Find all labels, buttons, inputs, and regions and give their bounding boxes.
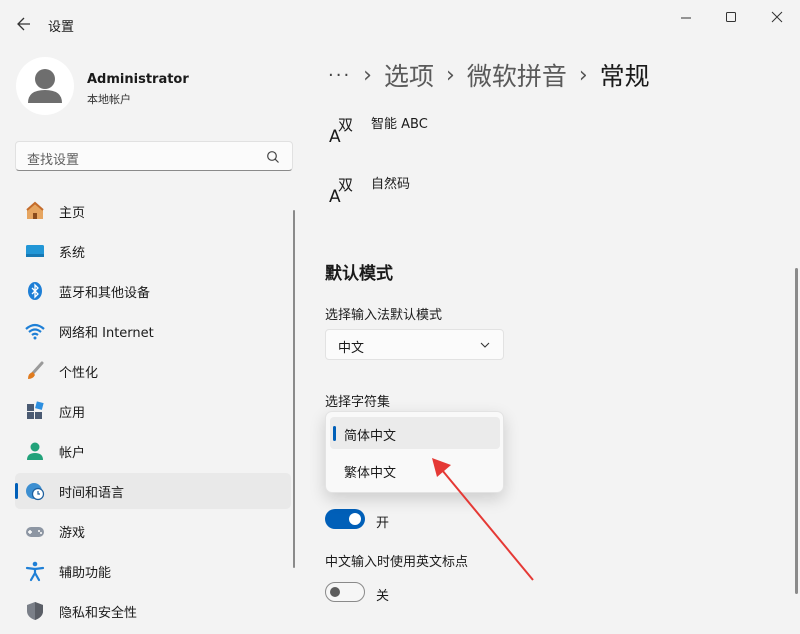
gamepad-icon (24, 520, 46, 542)
breadcrumb: ··· › 选项 › 微软拼音 › 常规 (328, 55, 650, 95)
close-icon (771, 11, 783, 23)
person-icon (24, 440, 46, 462)
sidebar-item-label: 时间和语言 (59, 485, 125, 501)
globe-clock-icon (24, 480, 46, 502)
mode-label: 选择输入法默认模式 (325, 308, 443, 323)
account-type: 本地帐户 (87, 93, 131, 106)
maximize-button[interactable] (708, 4, 754, 30)
sidebar-item-label: 系统 (59, 245, 86, 261)
bluetooth-icon (24, 280, 46, 302)
minimize-button[interactable] (663, 4, 709, 30)
sidebar-item-gaming[interactable]: 游戏 (15, 513, 291, 549)
option-label: 繁体中文 (344, 466, 397, 481)
chevron-down-icon (480, 342, 490, 348)
accessibility-icon (24, 560, 46, 582)
sidebar-item-label: 帐户 (59, 445, 86, 461)
sidebar-item-personalization[interactable]: 个性化 (15, 353, 291, 389)
sidebar-item-accounts[interactable]: 帐户 (15, 433, 291, 469)
breadcrumb-item-ime[interactable]: 微软拼音 (467, 57, 567, 93)
option-label-ziranma: 自然码 (371, 177, 411, 192)
sidebar-item-label: 游戏 (59, 525, 86, 541)
sidebar-item-label: 隐私和安全性 (59, 605, 138, 621)
minimize-icon (681, 17, 691, 19)
apps-icon (24, 400, 46, 422)
sidebar-item-label: 应用 (59, 405, 86, 421)
wifi-icon (24, 320, 46, 342)
ime-ab-icon: A 双 (329, 176, 353, 204)
option-label: 简体中文 (344, 429, 397, 444)
display-icon (24, 240, 46, 262)
sidebar-item-home[interactable]: 主页 (15, 193, 291, 229)
sidebar-item-label: 蓝牙和其他设备 (59, 285, 151, 301)
search-placeholder: 查找设置 (27, 153, 80, 168)
toggle-1-state: 开 (376, 516, 390, 531)
sidebar-item-label: 个性化 (59, 365, 99, 381)
search-input[interactable]: 查找设置 (15, 141, 293, 171)
svg-text:双: 双 (338, 176, 353, 194)
sidebar-item-accessibility[interactable]: 辅助功能 (15, 553, 291, 589)
sidebar-item-label: 网络和 Internet (59, 325, 154, 341)
breadcrumb-separator: › (363, 62, 372, 88)
avatar[interactable] (16, 57, 74, 115)
sidebar-item-network[interactable]: 网络和 Internet (15, 313, 291, 349)
selection-indicator (333, 426, 336, 441)
maximize-icon (726, 12, 736, 22)
breadcrumb-overflow[interactable]: ··· (328, 65, 351, 86)
user-name: Administrator (87, 72, 189, 87)
toggle-knob (349, 513, 361, 525)
selection-indicator (15, 483, 18, 499)
option-label-smart-abc: 智能 ABC (371, 117, 428, 132)
toggle-knob (330, 587, 340, 597)
app-title: 设置 (48, 20, 75, 35)
page-title: 常规 (599, 62, 650, 91)
charset-label: 选择字符集 (325, 395, 391, 410)
sidebar-item-time-language[interactable]: 时间和语言 (15, 473, 291, 509)
user-avatar-icon (28, 69, 62, 103)
charset-option-simplified[interactable]: 简体中文 (330, 417, 500, 449)
mode-dropdown[interactable]: 中文 (325, 329, 504, 360)
sidebar-scrollbar[interactable] (293, 210, 295, 568)
breadcrumb-separator: › (446, 62, 455, 88)
annotation-arrow (432, 458, 534, 581)
svg-text:双: 双 (338, 116, 353, 134)
main-scrollbar[interactable] (795, 268, 798, 594)
sidebar-item-label: 主页 (59, 205, 86, 221)
sidebar-item-privacy[interactable]: 隐私和安全性 (15, 593, 291, 629)
breadcrumb-separator: › (578, 62, 588, 88)
shield-icon (24, 600, 46, 622)
search-icon (267, 151, 279, 163)
back-button[interactable] (10, 10, 38, 38)
toggle-2-state: 关 (376, 589, 390, 604)
sidebar-item-label: 辅助功能 (59, 565, 112, 581)
sidebar-item-system[interactable]: 系统 (15, 233, 291, 269)
breadcrumb-item-options[interactable]: 选项 (384, 57, 434, 93)
sidebar-nav: 主页 系统 蓝牙和其他设备 网络和 Internet 个性化 应用 帐户 时间和… (15, 193, 291, 633)
sidebar-item-apps[interactable]: 应用 (15, 393, 291, 429)
toggle-switch-1[interactable] (325, 509, 365, 529)
sidebar-item-bluetooth[interactable]: 蓝牙和其他设备 (15, 273, 291, 309)
section-title: 默认模式 (325, 264, 393, 284)
home-icon (24, 200, 46, 222)
english-punct-toggle[interactable] (325, 582, 365, 602)
brush-icon (24, 360, 46, 382)
ime-ab-icon: A 双 (329, 116, 353, 144)
back-arrow-icon (17, 17, 30, 31)
close-button[interactable] (754, 4, 800, 30)
mode-dropdown-value: 中文 (338, 341, 365, 356)
